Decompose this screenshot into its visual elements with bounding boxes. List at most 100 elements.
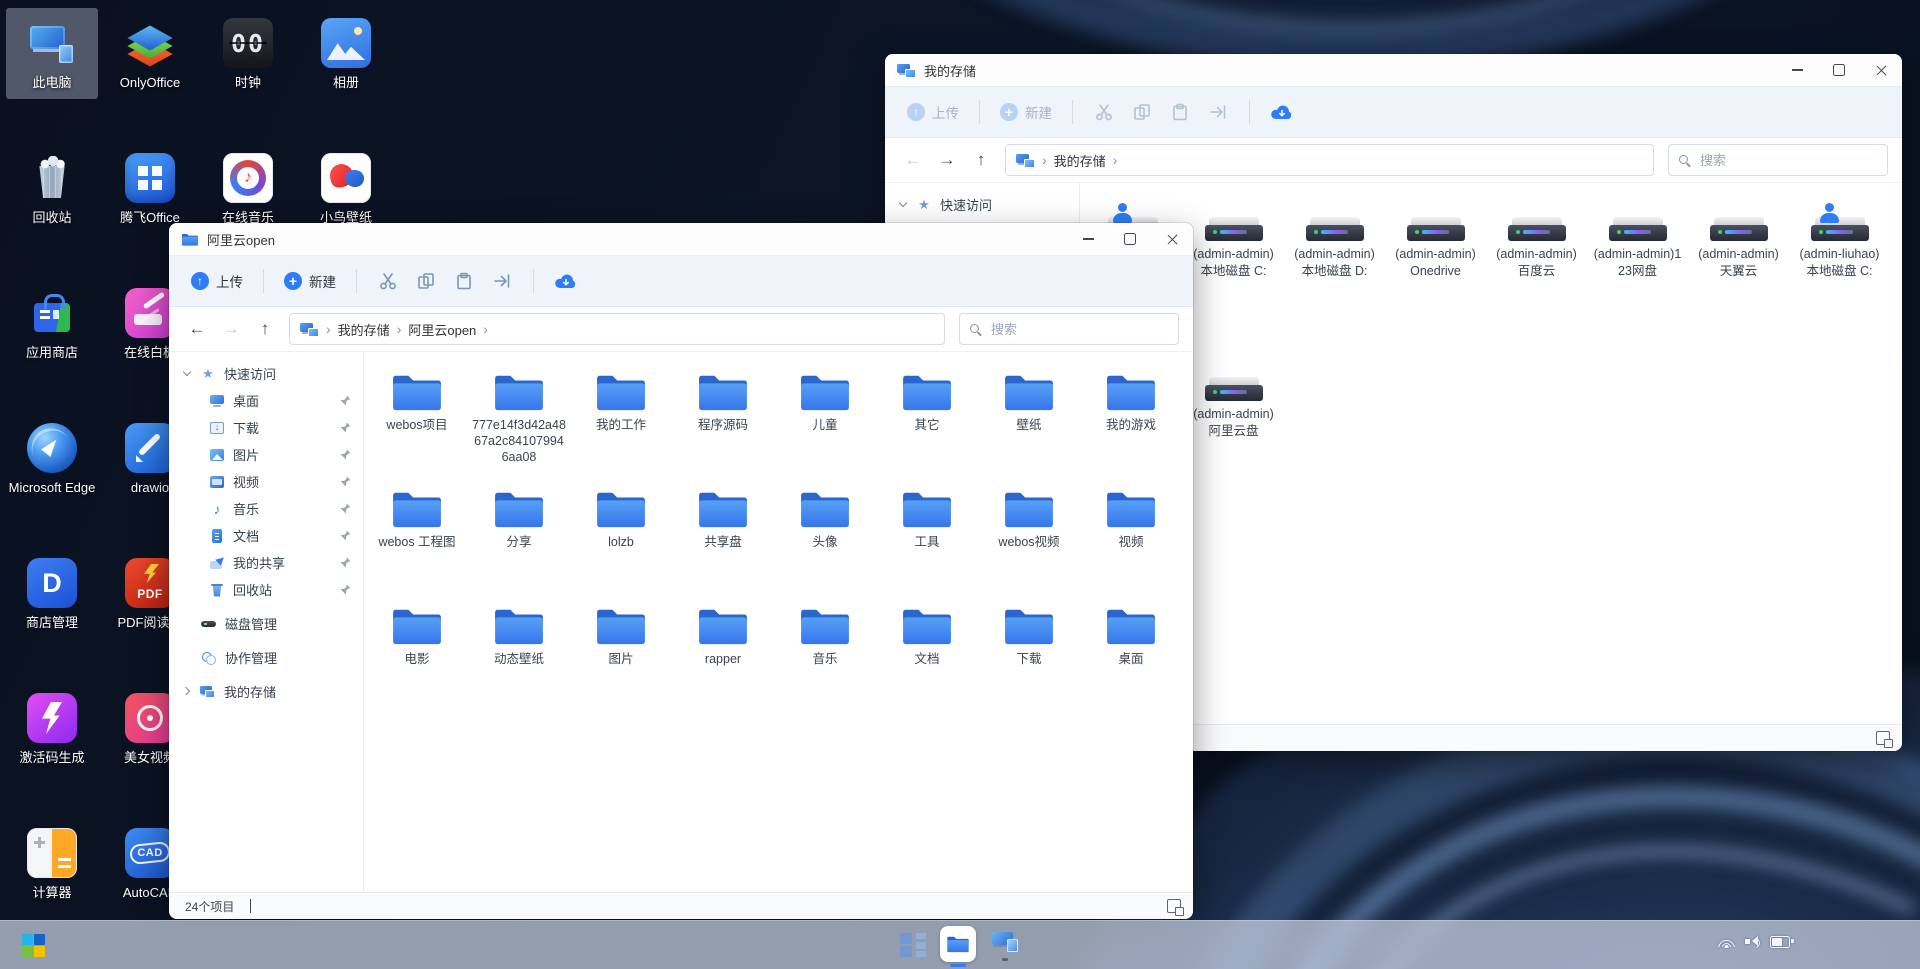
folder-item[interactable]: 分享	[468, 485, 570, 602]
paste-button[interactable]	[445, 266, 483, 296]
desktop-icon[interactable]: 回收站	[6, 143, 98, 234]
folder-item[interactable]: webos项目	[366, 368, 468, 485]
cloud-sync-button[interactable]	[1262, 97, 1302, 127]
folder-item[interactable]: 电影	[366, 602, 468, 719]
folder-item[interactable]: 我的工作	[570, 368, 672, 485]
desktop-icon[interactable]: 应用商店	[6, 278, 98, 369]
start-button[interactable]	[22, 934, 45, 957]
forward-button[interactable]	[217, 319, 245, 339]
pin-icon[interactable]	[340, 584, 351, 595]
folder-item[interactable]: 音乐	[774, 602, 876, 719]
desktop-icon[interactable]: Microsoft Edge	[6, 413, 98, 504]
folder-item[interactable]: 工具	[876, 485, 978, 602]
sidebar-item[interactable]: 音乐	[169, 495, 363, 522]
maximize-button[interactable]	[1818, 54, 1860, 86]
folder-item[interactable]: 儿童	[774, 368, 876, 485]
copy-button[interactable]	[1123, 97, 1161, 127]
sidebar-item[interactable]: 我的共享	[169, 549, 363, 576]
back-button[interactable]	[183, 319, 211, 339]
close-button[interactable]	[1151, 223, 1193, 255]
folder-item[interactable]: 动态壁纸	[468, 602, 570, 719]
view-toggle-button[interactable]	[1167, 899, 1181, 913]
back-button[interactable]	[899, 150, 927, 170]
upload-button[interactable]: 上传	[183, 267, 251, 295]
taskbar-file-manager-active[interactable]	[940, 926, 976, 962]
desktop-icon[interactable]: 此电脑	[6, 8, 98, 99]
breadcrumb-item[interactable]: 我的存储	[338, 320, 390, 339]
maximize-button[interactable]	[1109, 223, 1151, 255]
battery-icon[interactable]	[1770, 936, 1790, 948]
upload-button[interactable]: 上传	[899, 98, 967, 126]
network-icon[interactable]	[1718, 935, 1735, 948]
folder-item[interactable]: 壁纸	[978, 368, 1080, 485]
search-input[interactable]	[989, 321, 1169, 338]
drive-item[interactable]: (admin-admin)123网盘	[1587, 197, 1688, 357]
launcher-icon[interactable]	[900, 932, 926, 958]
desktop-icon[interactable]: 腾飞Office	[104, 143, 196, 234]
folder-item[interactable]: 共享盘	[672, 485, 774, 602]
search-input[interactable]	[1698, 152, 1878, 169]
sidebar-item-my-storage[interactable]: 我的存储	[169, 678, 363, 705]
breadcrumb[interactable]: 我的存储阿里云open	[289, 313, 945, 345]
folder-item[interactable]: webos 工程图	[366, 485, 468, 602]
paste-button[interactable]	[1161, 97, 1199, 127]
breadcrumb[interactable]: 我的存储	[1005, 144, 1654, 176]
folder-item[interactable]: webos视频	[978, 485, 1080, 602]
desktop-icon[interactable]: 计算器	[6, 818, 98, 909]
desktop-icon[interactable]: 小鸟壁纸	[300, 143, 392, 234]
new-button[interactable]: 新建	[276, 267, 344, 295]
drive-item[interactable]: (admin-admin)Onedrive	[1385, 197, 1486, 357]
pin-icon[interactable]	[340, 530, 351, 541]
title-bar[interactable]: 阿里云open	[169, 223, 1193, 255]
chevron-right-icon[interactable]	[183, 687, 192, 696]
sidebar-item-collaboration[interactable]: 协作管理	[169, 644, 363, 671]
sidebar-quick-access[interactable]: 快速访问	[885, 191, 1079, 218]
pin-icon[interactable]	[340, 422, 351, 433]
folder-item[interactable]: 程序源码	[672, 368, 774, 485]
close-button[interactable]	[1860, 54, 1902, 86]
view-toggle-button[interactable]	[1876, 731, 1890, 745]
drive-item[interactable]: (admin-admin)天翼云	[1688, 197, 1789, 357]
copy-button[interactable]	[407, 266, 445, 296]
folder-item[interactable]: 桌面	[1080, 602, 1182, 719]
chevron-down-icon[interactable]	[183, 369, 192, 378]
desktop-icon[interactable]: 相册	[300, 8, 392, 99]
breadcrumb-item[interactable]: 阿里云open	[408, 320, 476, 339]
drive-item[interactable]: (admin-admin)阿里云盘	[1183, 357, 1284, 517]
drive-item[interactable]: (admin-admin)本地磁盘 C:	[1183, 197, 1284, 357]
desktop-icon[interactable]: OnlyOffice	[104, 8, 196, 99]
folder-item[interactable]: 其它	[876, 368, 978, 485]
move-button[interactable]	[483, 266, 521, 296]
folder-item[interactable]: 文档	[876, 602, 978, 719]
sidebar-quick-access[interactable]: 快速访问	[169, 360, 363, 387]
folder-item[interactable]: 视频	[1080, 485, 1182, 602]
minimize-button[interactable]	[1067, 223, 1109, 255]
folder-item[interactable]: 下载	[978, 602, 1080, 719]
pin-icon[interactable]	[340, 476, 351, 487]
volume-icon[interactable]	[1745, 935, 1760, 948]
cloud-sync-button[interactable]	[546, 266, 586, 296]
sidebar-item[interactable]: 文档	[169, 522, 363, 549]
folder-item[interactable]: rapper	[672, 602, 774, 719]
minimize-button[interactable]	[1776, 54, 1818, 86]
desktop-icon[interactable]: 在线音乐	[202, 143, 294, 234]
pin-icon[interactable]	[340, 395, 351, 406]
drive-item[interactable]: (admin-admin)本地磁盘 D:	[1284, 197, 1385, 357]
sidebar-item[interactable]: 图片	[169, 441, 363, 468]
taskbar-this-pc[interactable]	[990, 930, 1020, 958]
up-button[interactable]	[251, 319, 279, 339]
cut-button[interactable]	[1085, 97, 1123, 127]
folder-item[interactable]: 图片	[570, 602, 672, 719]
desktop-icon[interactable]: D 商店管理	[6, 548, 98, 639]
chevron-down-icon[interactable]	[899, 200, 908, 209]
folder-item[interactable]: 头像	[774, 485, 876, 602]
pin-icon[interactable]	[340, 557, 351, 568]
pin-icon[interactable]	[340, 503, 351, 514]
desktop-icon[interactable]: 00 时钟	[202, 8, 294, 99]
new-button[interactable]: 新建	[992, 98, 1060, 126]
title-bar[interactable]: 我的存储	[885, 54, 1902, 86]
sidebar-item-disk-management[interactable]: 磁盘管理	[169, 610, 363, 637]
sidebar-item[interactable]: 视频	[169, 468, 363, 495]
forward-button[interactable]	[933, 150, 961, 170]
folder-item[interactable]: lolzb	[570, 485, 672, 602]
